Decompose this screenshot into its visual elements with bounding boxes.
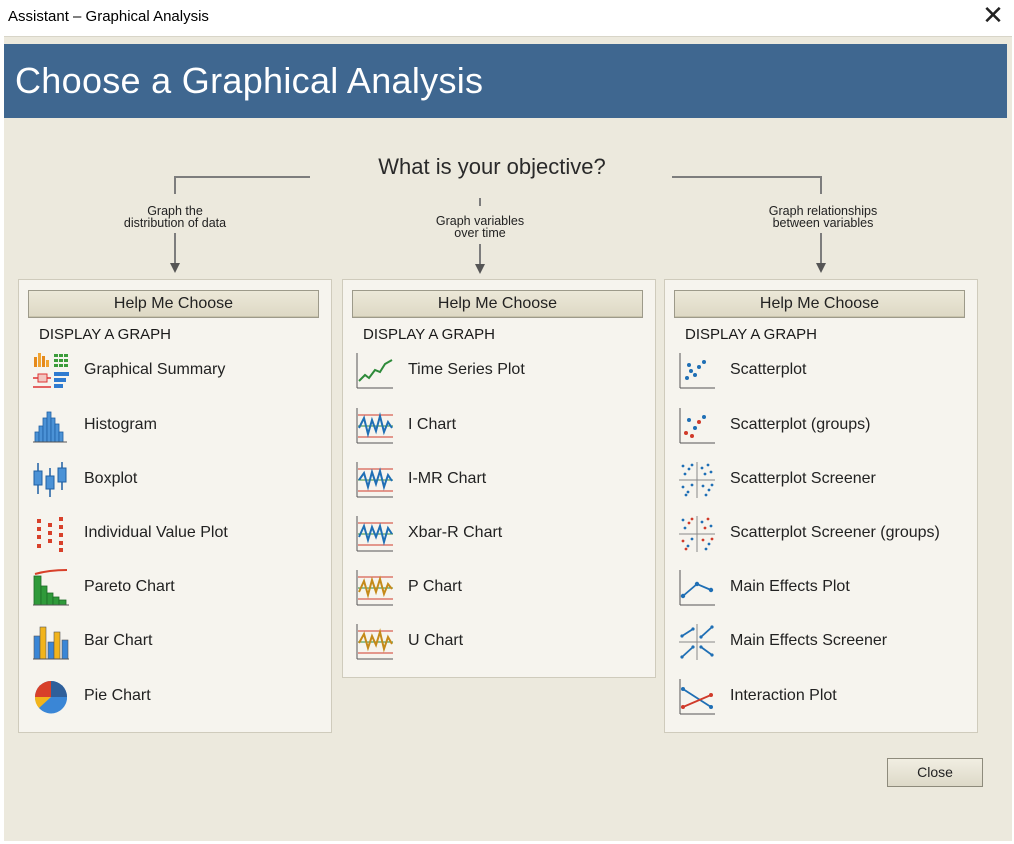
option-interaction-plot[interactable]: Interaction Plot: [675, 675, 965, 719]
i-chart-icon: [355, 406, 395, 446]
option-label: Scatterplot: [730, 361, 807, 378]
window-close-icon[interactable]: ✕: [978, 2, 1008, 30]
option-label: Time Series Plot: [408, 361, 525, 378]
option-pie-chart[interactable]: Pie Chart: [29, 675, 319, 719]
scatterplot-icon: [677, 351, 717, 391]
close-button[interactable]: Close: [887, 758, 983, 787]
option-p-chart[interactable]: P Chart: [353, 566, 643, 610]
branch-label-time: Graph variables over time: [435, 214, 525, 240]
scatterplot-screener-groups-icon: [677, 514, 717, 554]
page-title: Choose a Graphical Analysis: [15, 60, 484, 101]
option-label: Bar Chart: [84, 632, 153, 649]
boxplot-icon: [31, 460, 71, 500]
window-titlebar: Assistant – Graphical Analysis ✕: [0, 0, 1014, 34]
tree-line-right: [672, 176, 822, 178]
panel-distribution: Help Me Choose DISPLAY A GRAPH Graphical…: [18, 279, 332, 733]
main-effects-screener-icon: [677, 622, 717, 662]
xbar-r-chart-icon: [355, 514, 395, 554]
option-label: Main Effects Screener: [730, 632, 888, 649]
u-chart-icon: [355, 622, 395, 662]
pie-chart-icon: [31, 677, 71, 717]
tree-line-right-drop: [820, 176, 822, 194]
option-label: Pareto Chart: [84, 578, 175, 595]
p-chart-icon: [355, 568, 395, 608]
option-label: Xbar-R Chart: [408, 524, 503, 541]
tree-line-left-drop: [174, 176, 176, 194]
option-scatterplot-screener-groups[interactable]: Scatterplot Screener (groups): [675, 512, 965, 556]
option-graphical-summary[interactable]: Graphical Summary: [29, 349, 319, 393]
option-label: Graphical Summary: [84, 361, 226, 378]
option-main-effects-plot[interactable]: Main Effects Plot: [675, 566, 965, 610]
graphical-summary-icon: [31, 351, 71, 391]
option-label: U Chart: [408, 632, 464, 649]
panel-relationships: Help Me Choose DISPLAY A GRAPH Scatterpl…: [664, 279, 978, 733]
option-individual-value-plot[interactable]: Individual Value Plot: [29, 512, 319, 556]
pareto-chart-icon: [31, 568, 71, 608]
tree-arrow-center-shaft: [479, 244, 481, 264]
branch-label-relationships: Graph relationships between variables: [768, 204, 878, 230]
option-label: I Chart: [408, 416, 457, 433]
option-label: Scatterplot Screener: [730, 470, 876, 487]
option-label: Histogram: [84, 416, 157, 433]
option-scatterplot[interactable]: Scatterplot: [675, 349, 965, 393]
option-i-mr-chart[interactable]: I-MR Chart: [353, 458, 643, 502]
window-title: Assistant – Graphical Analysis: [8, 8, 209, 25]
option-u-chart[interactable]: U Chart: [353, 620, 643, 664]
arrow-down-icon: [170, 263, 180, 273]
option-label: Interaction Plot: [730, 687, 837, 704]
option-pareto-chart[interactable]: Pareto Chart: [29, 566, 319, 610]
help-me-choose-button[interactable]: Help Me Choose: [352, 290, 643, 318]
i-mr-chart-icon: [355, 460, 395, 500]
option-label: Scatterplot Screener (groups): [730, 524, 940, 541]
scatterplot-screener-icon: [677, 460, 717, 500]
objective-question: What is your objective?: [378, 154, 606, 179]
option-label: P Chart: [408, 578, 462, 595]
option-scatterplot-screener[interactable]: Scatterplot Screener: [675, 458, 965, 502]
panel-time: Help Me Choose DISPLAY A GRAPH Time Seri…: [342, 279, 656, 678]
help-me-choose-button[interactable]: Help Me Choose: [28, 290, 319, 318]
option-scatterplot-groups[interactable]: Scatterplot (groups): [675, 404, 965, 448]
dialog-body: Choose a Graphical Analysis What is your…: [4, 36, 1012, 841]
main-effects-plot-icon: [677, 568, 717, 608]
display-graph-heading: DISPLAY A GRAPH: [39, 326, 172, 343]
histogram-icon: [31, 406, 71, 446]
option-label: I-MR Chart: [408, 470, 487, 487]
option-boxplot[interactable]: Boxplot: [29, 458, 319, 502]
header-banner: Choose a Graphical Analysis: [4, 44, 1007, 118]
tree-arrow-right-shaft: [820, 233, 822, 263]
help-me-choose-button[interactable]: Help Me Choose: [674, 290, 965, 318]
tree-arrow-left-shaft: [174, 233, 176, 263]
option-main-effects-screener[interactable]: Main Effects Screener: [675, 620, 965, 664]
arrow-down-icon: [475, 264, 485, 274]
branch-label-distribution: Graph the distribution of data: [123, 204, 227, 230]
display-graph-heading: DISPLAY A GRAPH: [363, 326, 496, 343]
interaction-plot-icon: [677, 677, 717, 717]
arrow-down-icon: [816, 263, 826, 273]
individual-value-plot-icon: [31, 514, 71, 554]
option-bar-chart[interactable]: Bar Chart: [29, 620, 319, 664]
option-time-series-plot[interactable]: Time Series Plot: [353, 349, 643, 393]
scatterplot-groups-icon: [677, 406, 717, 446]
option-xbar-r-chart[interactable]: Xbar-R Chart: [353, 512, 643, 556]
option-i-chart[interactable]: I Chart: [353, 404, 643, 448]
bar-chart-icon: [31, 622, 71, 662]
option-label: Main Effects Plot: [730, 578, 850, 595]
time-series-plot-icon: [355, 351, 395, 391]
option-label: Individual Value Plot: [84, 524, 228, 541]
tree-line-center: [479, 198, 481, 206]
option-label: Scatterplot (groups): [730, 416, 871, 433]
tree-line-left: [174, 176, 310, 178]
option-label: Pie Chart: [84, 687, 151, 704]
display-graph-heading: DISPLAY A GRAPH: [685, 326, 818, 343]
option-label: Boxplot: [84, 470, 138, 487]
option-histogram[interactable]: Histogram: [29, 404, 319, 448]
